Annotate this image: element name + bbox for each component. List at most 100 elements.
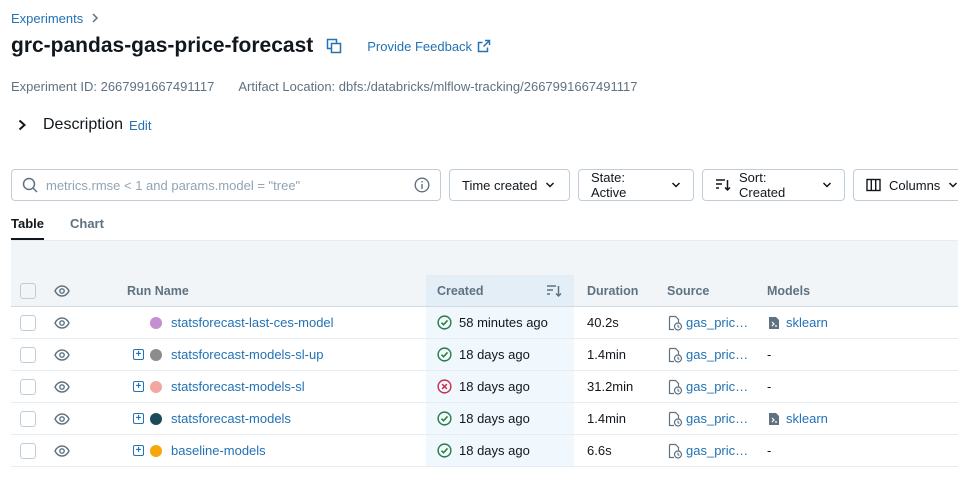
view-tabs: Table Chart	[11, 216, 104, 240]
sort-button[interactable]: Sort: Created	[702, 169, 845, 201]
table-row[interactable]: + statsforecast-models 18 days ago 1.4min ga…	[11, 403, 958, 435]
created-time: 18 days ago	[459, 347, 530, 362]
eye-icon[interactable]	[54, 348, 70, 361]
runs-table: Run Name Created Duration Source Models …	[11, 241, 958, 467]
description-edit-link[interactable]: Edit	[129, 118, 151, 133]
duration-value: 40.2s	[587, 315, 619, 330]
chevron-down-icon	[671, 181, 681, 189]
run-name-link[interactable]: statsforecast-last-ces-model	[171, 315, 334, 330]
model-empty: -	[767, 443, 772, 458]
run-color-dot	[150, 444, 162, 457]
external-link-icon	[477, 39, 491, 53]
title-row: grc-pandas-gas-price-forecast Provide Fe…	[11, 32, 491, 60]
run-name-link[interactable]: statsforecast-models	[171, 411, 291, 426]
source-link[interactable]: gas_pric…	[686, 347, 748, 362]
run-color-dot	[150, 380, 162, 393]
sort-desc-icon[interactable]	[546, 284, 562, 298]
provide-feedback-label: Provide Feedback	[367, 38, 473, 54]
state-filter-label: State: Active	[591, 170, 627, 200]
created-time: 58 minutes ago	[459, 315, 548, 330]
eye-icon[interactable]	[54, 412, 70, 425]
check-circle-icon	[437, 347, 452, 362]
run-color-dot	[150, 412, 162, 425]
notebook-icon	[667, 443, 683, 459]
description-section: Description Edit	[14, 114, 151, 136]
check-circle-icon	[437, 315, 452, 330]
run-name-link[interactable]: statsforecast-models-sl-up	[171, 347, 323, 362]
table-row[interactable]: + statsforecast-models-sl-up 18 days ago 1.…	[11, 339, 958, 371]
info-icon[interactable]	[414, 177, 430, 193]
created-time: 18 days ago	[459, 411, 530, 426]
expand-plus-icon[interactable]: +	[133, 381, 144, 392]
sort-icon	[715, 178, 731, 192]
search-icon	[22, 177, 38, 193]
row-checkbox[interactable]	[20, 346, 36, 363]
source-link[interactable]: gas_pric…	[686, 411, 748, 426]
created-time: 18 days ago	[459, 379, 530, 394]
tab-table[interactable]: Table	[11, 216, 44, 240]
run-name-link[interactable]: statsforecast-models-sl	[171, 379, 305, 394]
source-link[interactable]: gas_pric…	[686, 443, 748, 458]
copy-icon[interactable]	[325, 37, 343, 55]
table-row[interactable]: + statsforecast-models-sl 18 days ago 31.2m…	[11, 371, 958, 403]
artifact-location: Artifact Location: dbfs:/databricks/mlfl…	[238, 79, 638, 94]
experiment-meta: Experiment ID: 2667991667491117 Artifact…	[11, 79, 637, 94]
header-created[interactable]: Created	[437, 275, 484, 306]
row-checkbox[interactable]	[20, 442, 36, 459]
header-models[interactable]: Models	[767, 275, 810, 306]
tab-chart[interactable]: Chart	[70, 216, 104, 240]
header-run-name[interactable]: Run Name	[127, 275, 189, 306]
check-circle-icon	[437, 443, 452, 458]
model-icon	[767, 412, 781, 426]
run-name-link[interactable]: baseline-models	[171, 443, 266, 458]
created-time: 18 days ago	[459, 443, 530, 458]
page-title: grc-pandas-gas-price-forecast	[11, 34, 314, 57]
experiment-id: Experiment ID: 2667991667491117	[11, 79, 215, 94]
expand-plus-icon[interactable]: +	[133, 349, 144, 360]
breadcrumb-experiments-link[interactable]: Experiments	[11, 11, 83, 26]
source-link[interactable]: gas_pric…	[686, 315, 748, 330]
run-color-dot	[150, 316, 162, 329]
chevron-right-icon	[91, 11, 99, 26]
source-link[interactable]: gas_pric…	[686, 379, 748, 394]
expand-plus-icon[interactable]: +	[133, 445, 144, 456]
notebook-icon	[667, 347, 683, 363]
chevron-down-icon	[822, 181, 832, 189]
check-circle-icon	[437, 411, 452, 426]
search-input[interactable]	[46, 177, 414, 193]
header-source[interactable]: Source	[667, 275, 709, 306]
model-empty: -	[767, 379, 772, 394]
state-filter[interactable]: State: Active	[578, 169, 694, 201]
notebook-icon	[667, 315, 683, 331]
model-link[interactable]: sklearn	[786, 411, 828, 426]
expand-plus-icon[interactable]: +	[133, 413, 144, 424]
time-created-filter[interactable]: Time created	[449, 169, 570, 201]
select-all-checkbox[interactable]	[20, 282, 36, 299]
header-duration[interactable]: Duration	[587, 275, 638, 306]
chevron-right-icon[interactable]	[14, 117, 30, 133]
eye-icon[interactable]	[54, 380, 70, 393]
notebook-icon	[667, 379, 683, 395]
x-circle-icon	[437, 379, 452, 394]
table-row[interactable]: statsforecast-last-ces-model 58 minutes a…	[11, 307, 958, 339]
model-link[interactable]: sklearn	[786, 315, 828, 330]
eye-icon[interactable]	[54, 284, 70, 297]
row-checkbox[interactable]	[20, 314, 36, 331]
table-row[interactable]: + baseline-models 18 days ago 6.6s gas_pric……	[11, 435, 958, 467]
columns-icon	[866, 178, 881, 192]
table-body: statsforecast-last-ces-model 58 minutes a…	[11, 307, 958, 467]
duration-value: 6.6s	[587, 443, 612, 458]
columns-button[interactable]: Columns	[853, 169, 958, 201]
row-checkbox[interactable]	[20, 410, 36, 427]
eye-icon[interactable]	[54, 316, 70, 329]
search-box	[11, 169, 441, 201]
run-color-dot	[150, 348, 162, 361]
table-header-row: Run Name Created Duration Source Models	[11, 275, 958, 307]
eye-icon[interactable]	[54, 444, 70, 457]
notebook-icon	[667, 411, 683, 427]
duration-value: 1.4min	[587, 347, 627, 362]
chevron-down-icon	[545, 181, 555, 189]
provide-feedback-link[interactable]: Provide Feedback	[367, 39, 491, 54]
sort-label: Sort: Created	[739, 170, 786, 200]
row-checkbox[interactable]	[20, 378, 36, 395]
